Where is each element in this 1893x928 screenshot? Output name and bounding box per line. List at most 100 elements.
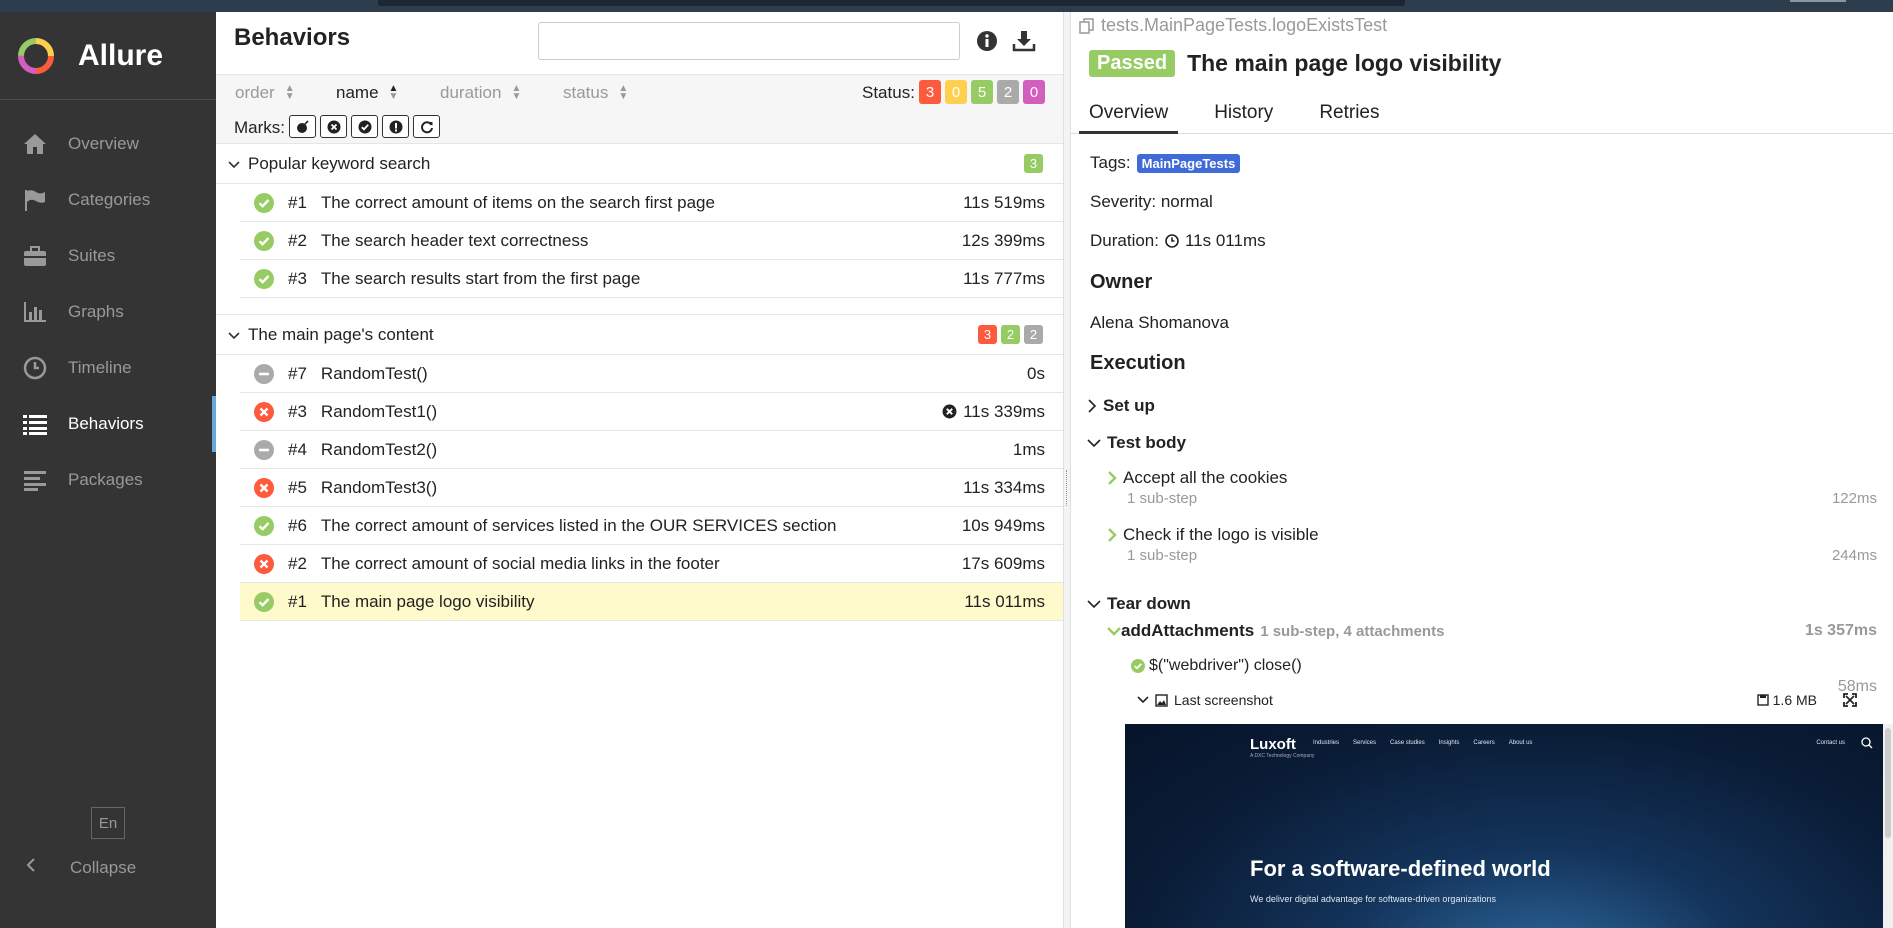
test-row[interactable]: #3 The search results start from the fir…	[240, 260, 1063, 298]
sort-name-label: name	[336, 83, 379, 102]
attachments-step[interactable]: addAttachments 1 sub-step, 4 attachments…	[1107, 621, 1877, 641]
clock-icon	[1165, 234, 1179, 248]
browser-top-strip	[0, 0, 1893, 12]
language-button[interactable]: En	[91, 807, 125, 839]
expand-icon[interactable]	[1843, 693, 1857, 707]
tab-retries[interactable]: Retries	[1319, 94, 1379, 133]
attachment-screenshot[interactable]: Luxoft A DXC Technology Company Industri…	[1125, 724, 1883, 928]
test-duration: 12s 399ms	[961, 230, 1045, 250]
flaky-mark-button[interactable]	[289, 115, 316, 138]
page-title: Behaviors	[234, 24, 351, 51]
sidebar-item-overview[interactable]: Overview	[0, 116, 216, 172]
tab-overview[interactable]: Overview	[1078, 94, 1179, 134]
sort-duration[interactable]: duration ▲ ▼	[440, 83, 521, 103]
screenshot-nav-item: Case studies	[1390, 740, 1425, 746]
behaviors-header: Behaviors	[216, 12, 1063, 74]
test-duration: 10s 949ms	[961, 515, 1045, 535]
test-duration: 11s 011ms	[964, 591, 1045, 611]
test-row[interactable]: #7 RandomTest() 0s	[240, 355, 1063, 393]
sidebar-item-graphs[interactable]: Graphs	[0, 284, 216, 340]
marks-bar: Marks:	[216, 110, 1063, 144]
test-name: RandomTest()	[320, 363, 428, 383]
substep-name: $("webdriver") close()	[1149, 657, 1302, 674]
test-row[interactable]: #5 RandomTest3() 11s 334ms	[240, 469, 1063, 507]
test-title: The main page logo visibility	[1187, 50, 1502, 76]
tab-history[interactable]: History	[1214, 94, 1273, 133]
status-toggle-broken[interactable]: 0	[945, 80, 967, 104]
list-icon	[22, 411, 48, 437]
status-badge: Passed	[1089, 50, 1176, 77]
sidebar-item-suites[interactable]: Suites	[0, 228, 216, 284]
step-substeps: 1 sub-step	[1127, 490, 1198, 507]
sidebar-item-label: Timeline	[68, 358, 132, 377]
save-icon	[1756, 694, 1769, 706]
step-item[interactable]: Check if the logo is visible 1 sub-step …	[1107, 525, 1877, 564]
download-icon[interactable]	[1012, 30, 1036, 54]
check-circle-icon	[358, 120, 371, 133]
test-row[interactable]: #6 The correct amount of services listed…	[240, 507, 1063, 545]
status-toggle-unknown[interactable]: 0	[1023, 80, 1045, 104]
sidebar-item-label: Overview	[68, 134, 139, 153]
group-title: The main page's content	[248, 324, 434, 344]
status-passed-icon	[254, 268, 274, 289]
test-name: RandomTest1()	[320, 401, 438, 421]
test-duration: 11s 334ms	[963, 477, 1045, 497]
sidebar-item-timeline[interactable]: Timeline	[0, 340, 216, 396]
sort-arrows-icon: ▲ ▼	[388, 83, 399, 102]
new-failed-mark-button[interactable]	[320, 115, 347, 138]
test-row[interactable]: #3 RandomTest1() 11s 339ms	[240, 393, 1063, 431]
brand[interactable]: Allure	[0, 12, 216, 100]
collapse-button[interactable]: Collapse	[26, 857, 136, 878]
step-item[interactable]: Accept all the cookies 1 sub-step 122ms	[1107, 468, 1877, 507]
count-badge-skipped: 2	[1024, 325, 1043, 344]
status-toggle-failed[interactable]: 3	[919, 80, 941, 104]
setup-section[interactable]: Set up	[1087, 396, 1155, 416]
test-row[interactable]: #2 The search header text correctness 12…	[240, 222, 1063, 260]
sort-arrows-icon: ▲ ▼	[618, 83, 629, 102]
scrollbar[interactable]	[1883, 724, 1893, 928]
group-header[interactable]: Popular keyword search 3	[216, 144, 1063, 184]
status-failed-icon	[254, 401, 274, 422]
test-body-section[interactable]: Test body	[1087, 433, 1186, 453]
test-row[interactable]: #1 The correct amount of items on the se…	[240, 184, 1063, 222]
step-chevron-icon	[1108, 471, 1117, 485]
step-duration: 122ms	[1831, 490, 1877, 507]
test-order: #1	[288, 192, 307, 212]
sidebar-item-behaviors[interactable]: Behaviors	[0, 396, 216, 452]
tag-badge: MainPageTests	[1136, 153, 1241, 173]
test-row[interactable]: #4 RandomTest2() 1ms	[240, 431, 1063, 469]
scrollbar-thumb[interactable]	[1885, 728, 1891, 838]
copy-icon[interactable]	[1079, 17, 1095, 34]
top-bar-right	[1790, 0, 1846, 2]
retries-mark-button[interactable]	[413, 115, 440, 138]
sidebar-item-categories[interactable]: Categories	[0, 172, 216, 228]
new-broken-mark-button[interactable]	[382, 115, 409, 138]
execution-heading: Execution	[1090, 352, 1186, 374]
test-duration: 17s 609ms	[961, 553, 1045, 573]
sort-status[interactable]: status ▲ ▼	[563, 83, 628, 103]
search-input[interactable]	[538, 22, 960, 60]
sort-order[interactable]: order ▲ ▼	[235, 83, 295, 103]
test-row-selected[interactable]: #1 The main page logo visibility 11s 011…	[240, 583, 1063, 621]
sort-arrows-icon: ▲ ▼	[284, 83, 295, 102]
pane-splitter[interactable]	[1063, 12, 1071, 928]
screenshot-nav-item: Insights	[1438, 740, 1460, 746]
status-toggle-passed[interactable]: 5	[971, 80, 993, 104]
sort-name[interactable]: name ▲ ▼	[336, 83, 398, 103]
times-circle-icon	[327, 120, 340, 133]
align-left-icon	[22, 467, 48, 493]
test-duration: 11s 777ms	[963, 268, 1045, 288]
group-header[interactable]: The main page's content 3 2 2	[216, 315, 1063, 355]
screenshot-logo-text: Luxoft	[1250, 736, 1296, 753]
status-toggle-skipped[interactable]: 2	[997, 80, 1019, 104]
test-duration-cell: 11s 339ms	[942, 402, 1045, 422]
new-passed-mark-button[interactable]	[351, 115, 378, 138]
sidebar-item-packages[interactable]: Packages	[0, 452, 216, 508]
teardown-section[interactable]: Tear down	[1087, 594, 1191, 614]
attachment-header[interactable]: Last screenshot 1.6 MB	[1137, 692, 1857, 708]
test-row[interactable]: #2 The correct amount of social media li…	[240, 545, 1063, 583]
test-name: The search header text correctness	[320, 230, 589, 250]
info-icon[interactable]	[976, 30, 1000, 54]
substep-item[interactable]: $("webdriver") close()	[1131, 657, 1302, 675]
step-name-row: Accept all the cookies	[1107, 468, 1877, 488]
